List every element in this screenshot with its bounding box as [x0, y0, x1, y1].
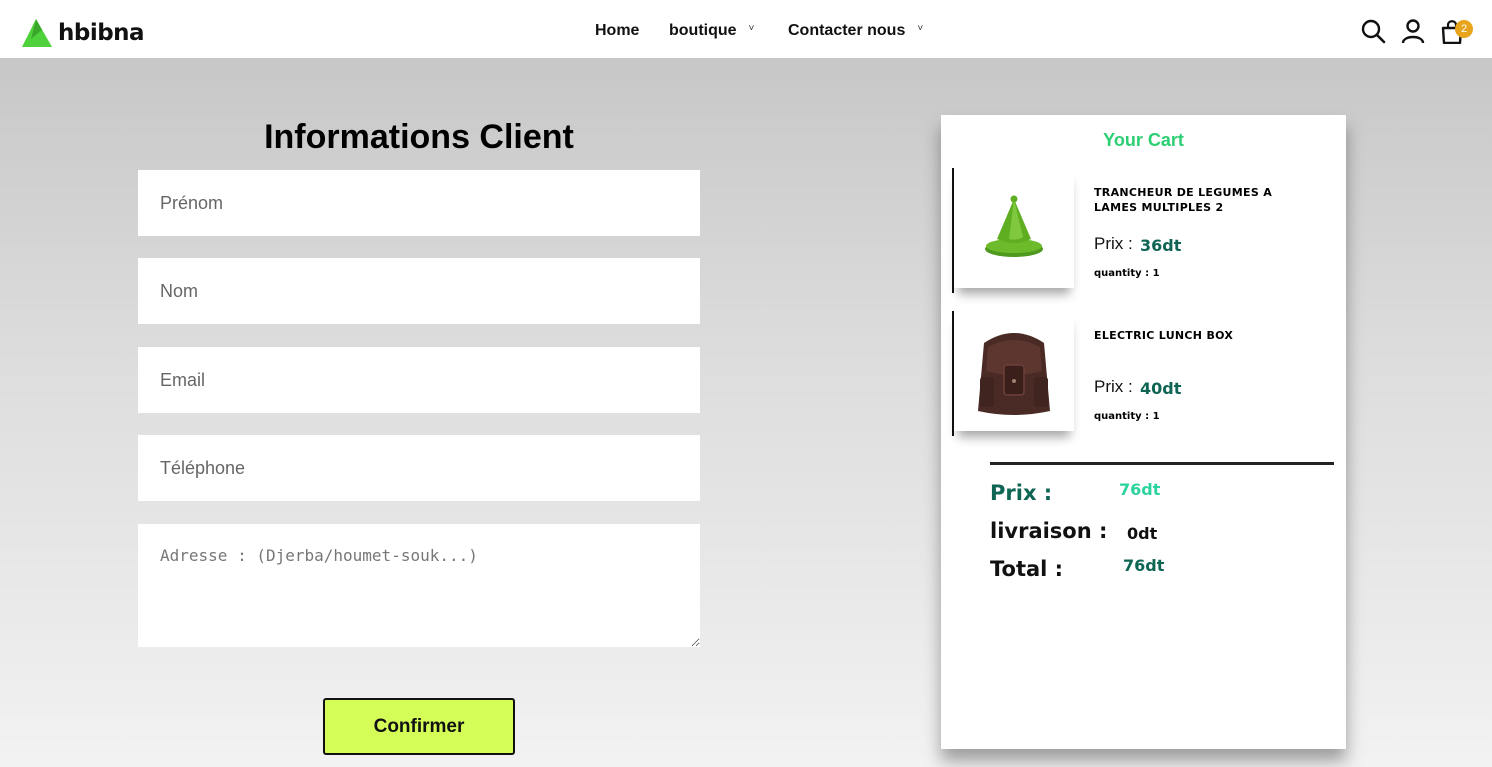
summary-livraison-value: 0dt — [1127, 524, 1158, 543]
chevron-down-icon: ˅ — [917, 22, 924, 34]
quantity-text: quantity : 1 — [1094, 268, 1160, 279]
search-icon[interactable] — [1360, 18, 1386, 44]
price-value: 36dt — [1140, 236, 1182, 255]
price-value: 40dt — [1140, 379, 1182, 398]
summary-prix-value: 76dt — [1119, 480, 1161, 499]
telephone-field[interactable] — [138, 435, 700, 501]
summary-livraison-label: livraison : — [990, 519, 1108, 543]
main-nav: Home boutique ˅ Contacter nous ˅ — [0, 22, 1492, 42]
cart-title: Your Cart — [1103, 130, 1184, 150]
email-field[interactable] — [138, 347, 700, 413]
summary-divider — [990, 462, 1334, 465]
summary-total-value: 76dt — [1123, 556, 1165, 575]
price-label: Prix : — [1094, 377, 1133, 396]
nav-boutique[interactable]: boutique ˅ — [669, 22, 754, 40]
nom-field[interactable] — [138, 258, 700, 324]
site-header: hbibna Home boutique ˅ Contacter nous ˅ — [0, 0, 1492, 58]
nav-boutique-label: boutique — [669, 22, 737, 39]
nav-contact-label: Contacter nous — [788, 22, 906, 39]
nav-contact[interactable]: Contacter nous ˅ — [788, 22, 923, 40]
user-icon[interactable] — [1400, 18, 1426, 44]
confirm-button[interactable]: Confirmer — [323, 698, 515, 755]
cart-panel: Your Cart TRANCHEUR DE LEGUMES A LAMES M… — [941, 115, 1346, 749]
product-image-tagine[interactable] — [954, 168, 1074, 288]
nav-home[interactable]: Home — [595, 22, 639, 40]
product-name: ELECTRIC LUNCH BOX — [1094, 329, 1234, 342]
chevron-down-icon: ˅ — [748, 22, 755, 34]
form-title: Informations Client — [264, 118, 574, 156]
product-name: TRANCHEUR DE LEGUMES A LAMES MULTIPLES 2 — [1094, 186, 1273, 214]
nav-home-label: Home — [595, 22, 640, 39]
product-image-backpack[interactable] — [954, 311, 1074, 431]
cart-item: ELECTRIC LUNCH BOX Prix : 40dt quantity … — [952, 311, 1332, 436]
cart-item: TRANCHEUR DE LEGUMES A LAMES MULTIPLES 2… — [952, 168, 1332, 293]
cart-count-badge: 2 — [1455, 20, 1473, 38]
prenom-field[interactable] — [138, 170, 700, 236]
backpack-image — [978, 333, 1050, 415]
summary-total-label: Total : — [990, 557, 1064, 581]
tagine-image — [985, 195, 1043, 257]
price-label: Prix : — [1094, 234, 1133, 253]
adresse-field[interactable] — [138, 524, 700, 647]
summary-prix-label: Prix : — [990, 481, 1053, 505]
quantity-text: quantity : 1 — [1094, 411, 1160, 422]
